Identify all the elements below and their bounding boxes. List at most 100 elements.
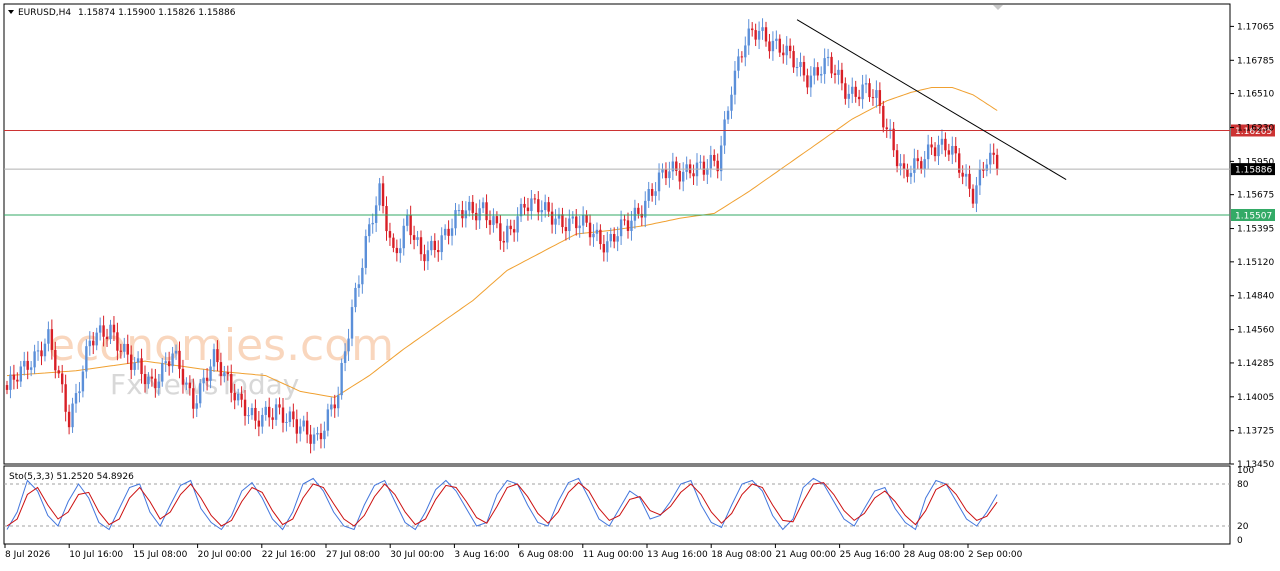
bear-candle xyxy=(240,393,243,400)
bull-candle xyxy=(861,84,864,100)
bull-candle xyxy=(95,332,98,346)
bull-candle xyxy=(340,362,343,396)
bear-candle xyxy=(471,201,474,213)
bull-candle xyxy=(481,202,485,209)
bull-candle xyxy=(464,210,468,219)
x-axis-label: 18 Aug 08:00 xyxy=(711,550,772,560)
bear-candle xyxy=(219,362,223,377)
bear-candle xyxy=(16,379,19,382)
bull-candle xyxy=(440,235,443,253)
bear-candle xyxy=(392,237,395,248)
bear-candle xyxy=(271,417,274,420)
bear-candle xyxy=(268,406,271,418)
bull-candle xyxy=(492,216,495,225)
bear-candle xyxy=(588,222,592,238)
bull-candle xyxy=(568,218,571,232)
bull-candle xyxy=(875,90,878,98)
bull-candle xyxy=(264,406,267,415)
x-axis-label: 25 Aug 16:00 xyxy=(840,550,901,560)
bull-candle xyxy=(761,27,764,31)
bull-candle xyxy=(212,349,216,367)
bear-candle xyxy=(857,96,861,100)
bull-candle xyxy=(592,233,595,238)
y-axis-label: 1.14840 xyxy=(1237,292,1274,302)
bear-candle xyxy=(509,225,512,230)
y-axis-label: 1.17065 xyxy=(1237,22,1274,32)
bear-candle xyxy=(102,325,105,337)
bull-candle xyxy=(402,225,405,249)
bear-candle xyxy=(954,146,957,154)
bull-candle xyxy=(36,350,40,352)
bear-candle xyxy=(54,349,57,371)
bull-candle xyxy=(851,86,854,94)
bear-candle xyxy=(526,207,530,212)
bear-candle xyxy=(992,152,995,155)
bear-candle xyxy=(944,138,947,151)
bear-candle xyxy=(281,407,285,423)
bear-candle xyxy=(395,247,399,254)
chart-window[interactable]: economies.com FxNewsToday EURUSD,H4 1.15… xyxy=(0,0,1280,567)
bull-candle xyxy=(357,284,361,288)
bull-candle xyxy=(426,250,430,262)
bear-candle xyxy=(833,73,837,75)
bear-candle xyxy=(5,385,9,390)
bear-candle xyxy=(40,350,43,357)
bear-candle xyxy=(885,127,888,130)
bear-candle xyxy=(613,234,616,242)
watermark-subtext: FxNewsToday xyxy=(110,368,299,401)
stochastic-y-label: 80 xyxy=(1237,480,1249,490)
bear-candle xyxy=(892,128,895,151)
y-axis-label: 1.14560 xyxy=(1237,326,1274,336)
bear-candle xyxy=(143,374,147,385)
bull-candle xyxy=(354,287,357,308)
bull-candle xyxy=(909,172,913,177)
bear-candle xyxy=(333,404,336,409)
bear-candle xyxy=(968,173,971,189)
bull-candle xyxy=(274,404,278,420)
bear-candle xyxy=(830,56,833,74)
bear-candle xyxy=(933,147,937,157)
bull-candle xyxy=(654,191,657,196)
bear-candle xyxy=(419,237,423,255)
bear-candle xyxy=(920,161,923,170)
stochastic-title: Sto(5,3,3) 51.2520 54.8926 xyxy=(9,472,134,482)
bull-candle xyxy=(578,225,581,229)
x-axis-label: 27 Jul 08:00 xyxy=(326,550,380,560)
bear-candle xyxy=(254,407,257,421)
bear-candle xyxy=(26,360,29,370)
x-axis-label: 22 Jul 16:00 xyxy=(262,550,316,560)
bull-candle xyxy=(540,210,543,213)
bull-candle xyxy=(726,110,730,120)
bear-candle xyxy=(485,202,488,221)
bear-candle xyxy=(602,244,606,253)
bear-candle xyxy=(561,214,564,228)
x-axis-label: 6 Aug 08:00 xyxy=(519,550,574,560)
bull-candle xyxy=(571,216,574,219)
bull-candle xyxy=(616,236,619,242)
bear-candle xyxy=(388,231,392,238)
bear-candle xyxy=(564,227,568,232)
bull-candle xyxy=(9,374,12,390)
bull-candle xyxy=(506,225,509,243)
bear-candle xyxy=(640,213,643,218)
bull-candle xyxy=(199,383,202,404)
bull-candle xyxy=(109,324,112,340)
x-axis-label: 15 Jul 08:00 xyxy=(133,550,187,560)
bear-candle xyxy=(523,203,526,208)
bear-candle xyxy=(150,376,154,379)
bear-candle xyxy=(130,354,133,370)
bull-candle xyxy=(250,407,254,416)
bear-candle xyxy=(412,235,416,240)
x-axis-label: 28 Aug 08:00 xyxy=(904,550,965,560)
bear-candle xyxy=(550,211,554,225)
bear-candle xyxy=(12,374,16,380)
bull-candle xyxy=(847,93,850,99)
bear-candle xyxy=(751,28,754,31)
bear-candle xyxy=(167,361,171,367)
bear-candle xyxy=(512,229,516,233)
bear-candle xyxy=(902,163,906,170)
bear-candle xyxy=(192,388,195,409)
bull-candle xyxy=(261,414,264,427)
bear-candle xyxy=(233,392,236,401)
bull-candle xyxy=(33,351,36,368)
